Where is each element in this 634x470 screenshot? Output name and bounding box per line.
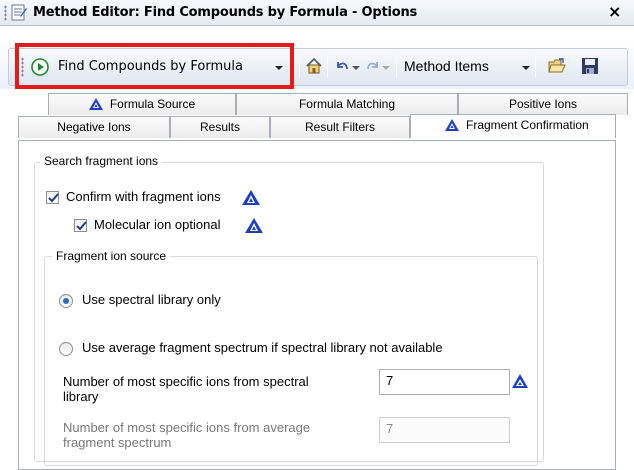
molecular-info-triangle-icon: [245, 218, 263, 236]
toolbar-separator: [396, 55, 397, 77]
tab-formula-source[interactable]: Formula Source: [48, 93, 236, 115]
tab-formula-matching[interactable]: Formula Matching: [236, 93, 458, 115]
redo-dropdown-chevron-icon: [382, 66, 390, 70]
num-ions-library-label-line1: Number of most specific ions from spectr…: [63, 374, 309, 389]
tab-results-label: Results: [199, 120, 240, 134]
confirm-fragment-ions-checkbox[interactable]: [46, 191, 59, 204]
redo-icon: [364, 57, 382, 75]
spectral-library-only-radio[interactable]: [59, 294, 73, 308]
confirm-fragment-ions-label[interactable]: Confirm with fragment ions: [66, 189, 221, 204]
highlight-box: [15, 43, 294, 89]
save-icon[interactable]: [581, 57, 599, 75]
checkmark-icon: [48, 193, 59, 203]
open-folder-icon[interactable]: [548, 57, 566, 75]
method-items-chevron-icon[interactable]: [522, 66, 530, 70]
num-ions-library-label-line2: library: [63, 389, 99, 404]
num-ions-average-label-line2: fragment spectrum: [63, 435, 172, 450]
fragment-triangle-icon: [445, 117, 459, 137]
home-icon[interactable]: [305, 57, 323, 75]
tab-results[interactable]: Results: [170, 116, 270, 138]
tab-fragment-confirmation[interactable]: Fragment Confirmation: [410, 114, 616, 138]
options-window-icon: [11, 4, 27, 21]
method-items-button-label[interactable]: Method Items: [404, 58, 489, 74]
close-icon[interactable]: ×: [608, 2, 621, 21]
search-fragment-ions-title: Search fragment ions: [40, 154, 163, 168]
tab-positive-ions[interactable]: Positive Ions: [458, 93, 628, 115]
tab-positive-ions-label: Positive Ions: [508, 97, 578, 111]
confirm-info-triangle-icon: [242, 190, 260, 208]
molecular-ion-optional-label[interactable]: Molecular ion optional: [94, 217, 220, 232]
toolbar-separator: [535, 55, 536, 77]
formula-triangle-icon: [88, 96, 103, 116]
title-grip[interactable]: [4, 5, 7, 21]
fragment-ion-source-title: Fragment ion source: [52, 249, 171, 263]
num-ions-library-input[interactable]: 7: [379, 369, 510, 395]
num-ions-average-label-line1: Number of most specific ions from averag…: [63, 420, 311, 435]
tab-negative-ions-label: Negative Ions: [57, 120, 131, 134]
average-fragment-spectrum-radio[interactable]: [59, 342, 73, 356]
tab-formula-matching-label: Formula Matching: [298, 97, 396, 111]
tab-fragment-confirmation-label: Fragment Confirmation: [466, 118, 589, 132]
toolbar-separator: [327, 55, 328, 77]
num-ions-average-label: Number of most specific ions from averag…: [63, 420, 310, 450]
num-library-info-triangle-icon: [512, 374, 528, 391]
molecular-ion-optional-checkbox[interactable]: [74, 219, 87, 232]
window-title: Method Editor: Find Compounds by Formula…: [33, 5, 418, 20]
undo-icon[interactable]: [333, 57, 351, 75]
toolbar-separator: [299, 55, 300, 77]
title-bar: Method Editor: Find Compounds by Formula…: [0, 0, 634, 26]
spectral-library-only-label[interactable]: Use spectral library only: [82, 292, 221, 307]
average-fragment-spectrum-label[interactable]: Use average fragment spectrum if spectra…: [82, 340, 443, 355]
tab-negative-ions[interactable]: Negative Ions: [18, 116, 170, 138]
num-ions-library-label: Number of most specific ions from spectr…: [63, 374, 309, 404]
tab-formula-source-label: Formula Source: [109, 97, 196, 111]
tab-result-filters[interactable]: Result Filters: [270, 116, 410, 138]
tab-result-filters-label: Result Filters: [304, 120, 375, 134]
checkmark-icon: [76, 221, 87, 231]
num-ions-average-input: 7: [379, 417, 510, 443]
undo-dropdown-chevron-icon[interactable]: [352, 66, 360, 70]
